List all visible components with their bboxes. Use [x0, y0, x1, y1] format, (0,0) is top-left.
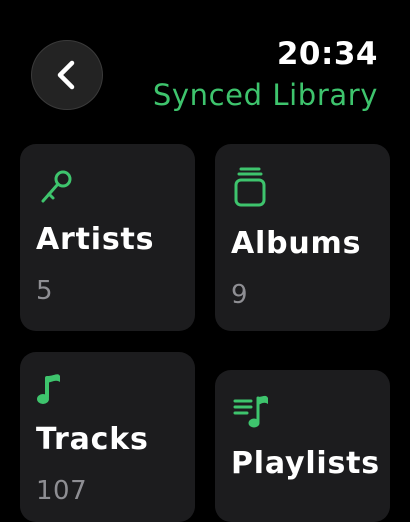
chevron-left-icon	[57, 60, 75, 90]
category-card-artists[interactable]: Artists 5	[20, 144, 195, 331]
category-label: Tracks	[36, 422, 149, 457]
playlist-icon	[233, 395, 268, 428]
category-label: Albums	[231, 226, 362, 261]
status-time: 20:34	[276, 36, 378, 72]
category-label: Playlists	[231, 446, 380, 481]
category-label: Artists	[36, 222, 155, 257]
category-card-albums[interactable]: Albums 9	[215, 144, 390, 331]
back-button[interactable]	[31, 40, 103, 110]
microphone-icon	[41, 170, 72, 203]
category-count: 9	[231, 280, 249, 310]
music-note-icon	[37, 374, 60, 404]
category-card-tracks[interactable]: Tracks 107	[20, 352, 195, 522]
page-title: Synced Library	[152, 78, 378, 112]
album-stack-icon	[234, 167, 266, 207]
category-count: 5	[36, 276, 54, 306]
category-card-playlists[interactable]: Playlists	[215, 370, 390, 522]
